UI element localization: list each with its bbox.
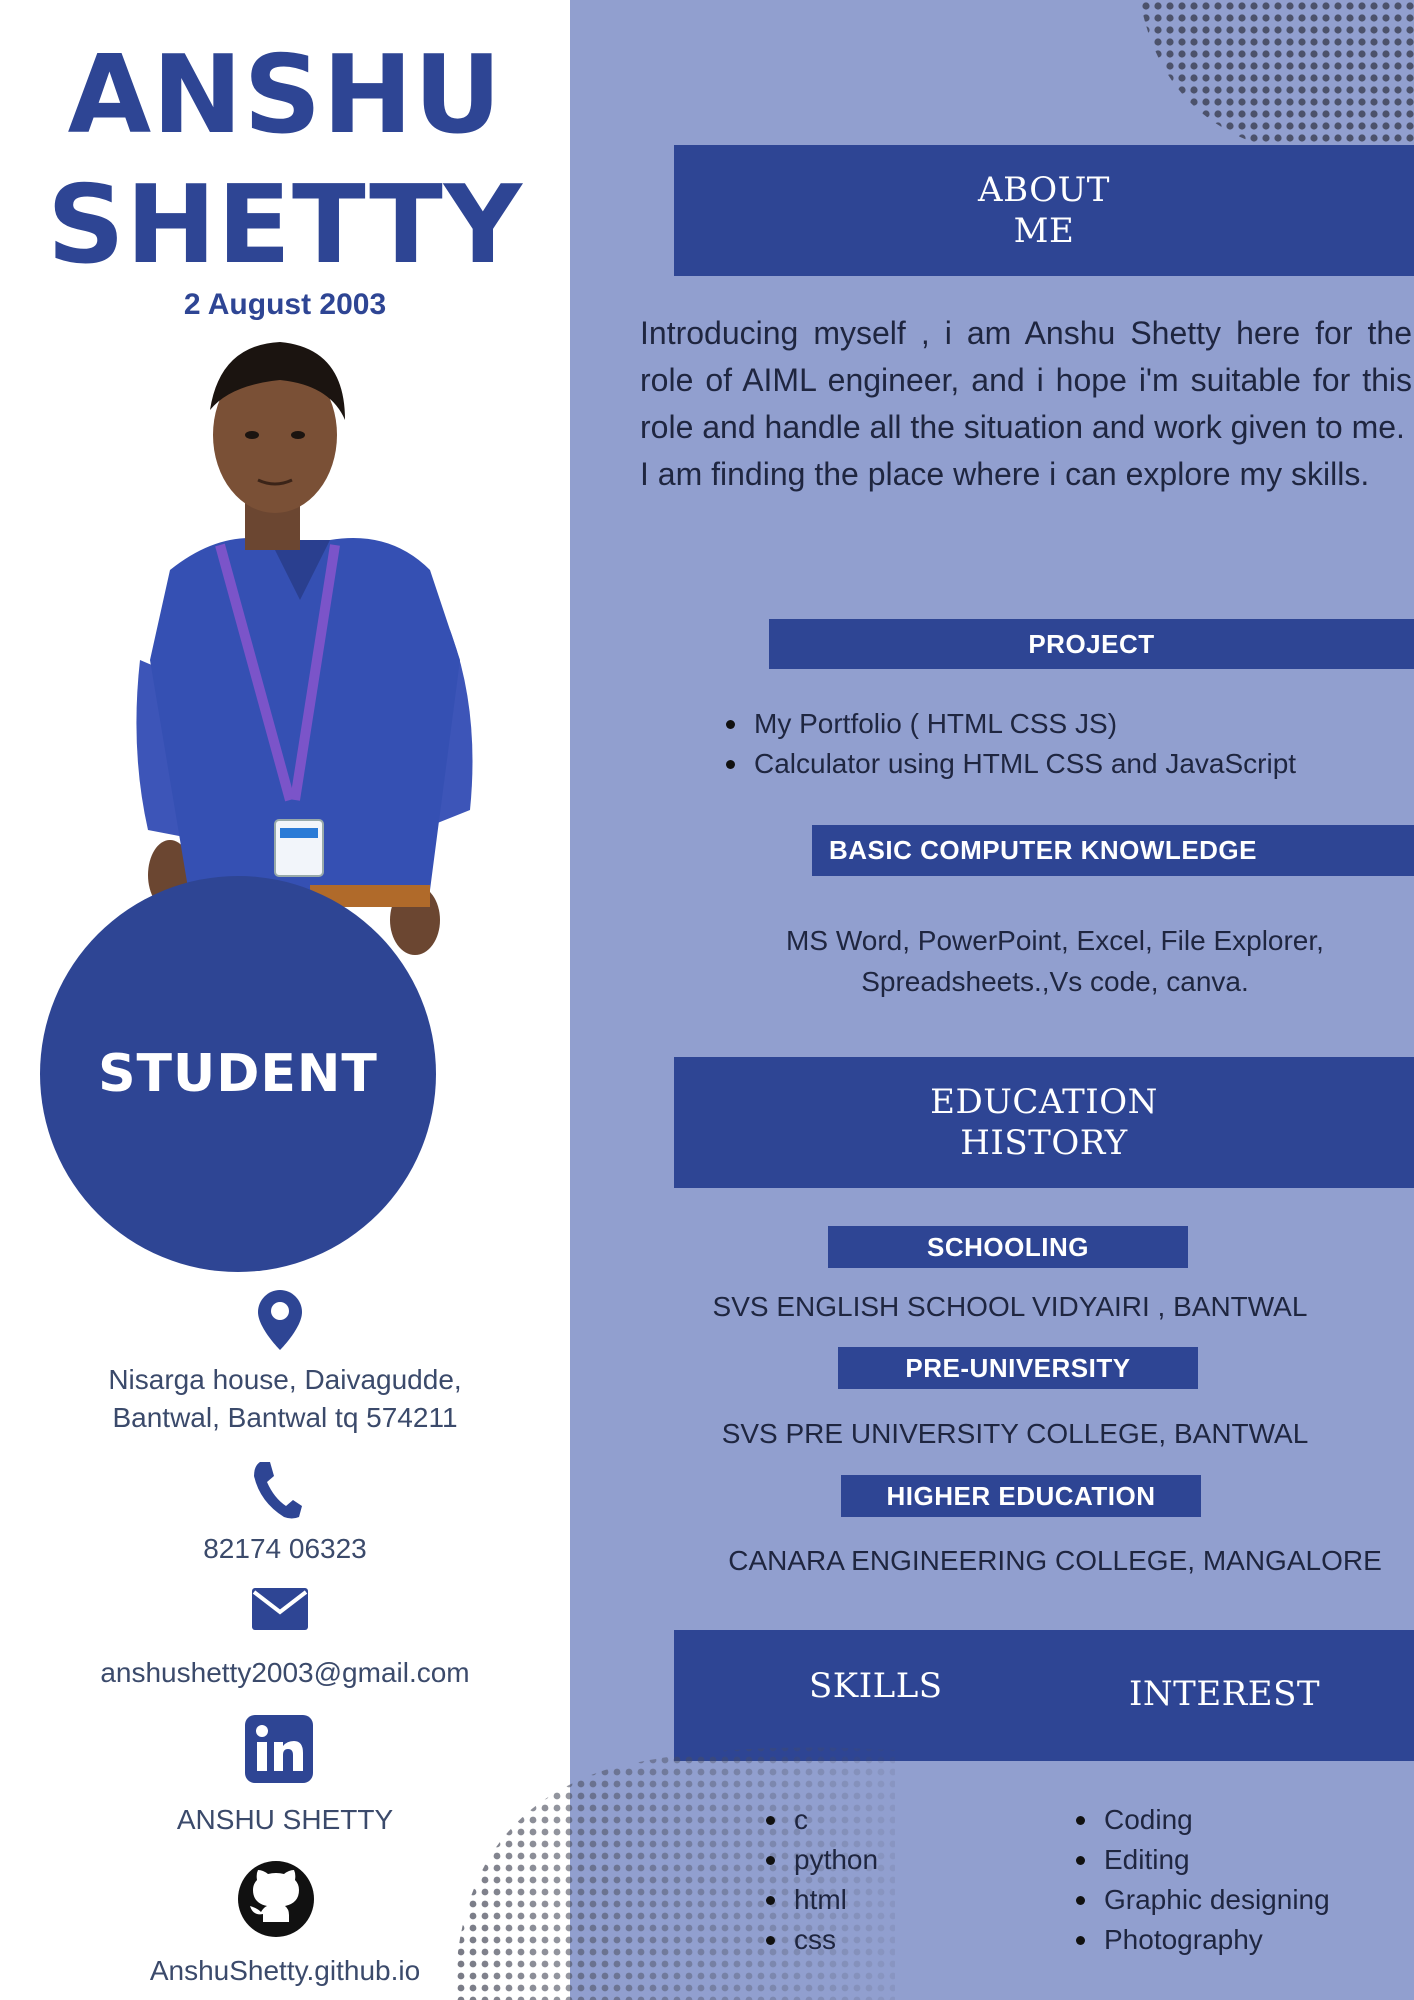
interest-heading: INTEREST [1129, 1674, 1321, 1714]
project-item: My Portfolio ( HTML CSS JS) [720, 704, 1410, 744]
email-address[interactable]: anshushetty2003@gmail.com [0, 1654, 570, 1692]
first-name: ANSHU [67, 33, 503, 158]
skills-heading: SKILLS [809, 1666, 943, 1706]
schooling-label: SCHOOLING [927, 1231, 1089, 1262]
computer-knowledge-line-1: MS Word, PowerPoint, Excel, File Explore… [786, 925, 1324, 956]
higher-education-label: HIGHER EDUCATION [886, 1480, 1156, 1511]
left-column: ANSHU SHETTY 2 August 2003 STUDENT Nisar… [0, 0, 570, 2000]
schooling-value: SVS ENGLISH SCHOOL VIDYAIRI , BANTWAL [712, 1291, 1308, 1322]
pre-university-label: PRE-UNIVERSITY [905, 1352, 1131, 1383]
phone-number: 82174 06323 [203, 1533, 367, 1564]
project-item: Calculator using HTML CSS and JavaScript [720, 744, 1410, 784]
project-heading: PROJECT [769, 619, 1414, 669]
interest-item: Graphic designing [1070, 1880, 1390, 1920]
linkedin-icon[interactable] [245, 1715, 313, 1783]
envelope-icon [252, 1588, 308, 1630]
higher-education-heading: HIGHER EDUCATION [841, 1475, 1201, 1517]
phone-icon [254, 1462, 302, 1519]
right-column: ABOUT ME Introducing myself , i am Anshu… [570, 0, 1414, 2000]
address-line-1: Nisarga house, Daivagudde, [108, 1364, 462, 1395]
education-heading-line-2: HISTORY [960, 1122, 1128, 1163]
computer-knowledge-heading: BASIC COMPUTER KNOWLEDGE [812, 825, 1414, 876]
skill-item: python [760, 1840, 960, 1880]
computer-knowledge-text: MS Word, PowerPoint, Excel, File Explore… [720, 920, 1390, 1002]
interest-item: Photography [1070, 1920, 1390, 1960]
interest-item: Editing [1070, 1840, 1390, 1880]
skill-item: c [760, 1800, 960, 1840]
last-name: SHETTY [47, 163, 523, 288]
student-badge: STUDENT [40, 876, 436, 1272]
dot-pattern-top [1140, 0, 1414, 145]
about-heading-line-1: ABOUT [978, 169, 1110, 210]
pre-university-value: SVS PRE UNIVERSITY COLLEGE, BANTWAL [721, 1418, 1309, 1449]
skills-list: c python html css [760, 1800, 960, 1960]
about-me-heading: ABOUT ME [674, 145, 1414, 276]
about-paragraph-1: Introducing myself , i am Anshu Shetty h… [640, 315, 1412, 445]
education-heading-line-1: EDUCATION [930, 1081, 1158, 1122]
about-text: Introducing myself , i am Anshu Shetty h… [640, 310, 1412, 498]
about-paragraph-2: I am finding the place where i can explo… [640, 456, 1370, 492]
profile-photo [136, 342, 473, 955]
computer-knowledge-line-2: Spreadsheets.,Vs code, canva. [861, 966, 1249, 997]
project-heading-label: PROJECT [1028, 628, 1155, 659]
about-heading-line-2: ME [1013, 210, 1075, 251]
pre-university-heading: PRE-UNIVERSITY [838, 1347, 1198, 1389]
schooling-heading: SCHOOLING [828, 1226, 1188, 1268]
computer-knowledge-heading-label: BASIC COMPUTER KNOWLEDGE [829, 835, 1257, 865]
location-pin-icon [258, 1290, 302, 1350]
project-list: My Portfolio ( HTML CSS JS) Calculator u… [720, 704, 1410, 784]
student-badge-label: STUDENT [98, 1044, 378, 1104]
interest-item: Coding [1070, 1800, 1390, 1840]
skill-item: css [760, 1920, 960, 1960]
education-heading: EDUCATION HISTORY [674, 1057, 1414, 1188]
github-icon[interactable] [237, 1860, 315, 1938]
address-line-2: Bantwal, Bantwal tq 574211 [112, 1402, 458, 1433]
date-of-birth: 2 August 2003 [183, 288, 387, 321]
skill-item: html [760, 1880, 960, 1920]
interest-list: Coding Editing Graphic designing Photogr… [1070, 1800, 1390, 1960]
higher-education-value: CANARA ENGINEERING COLLEGE, MANGALORE [728, 1545, 1382, 1576]
